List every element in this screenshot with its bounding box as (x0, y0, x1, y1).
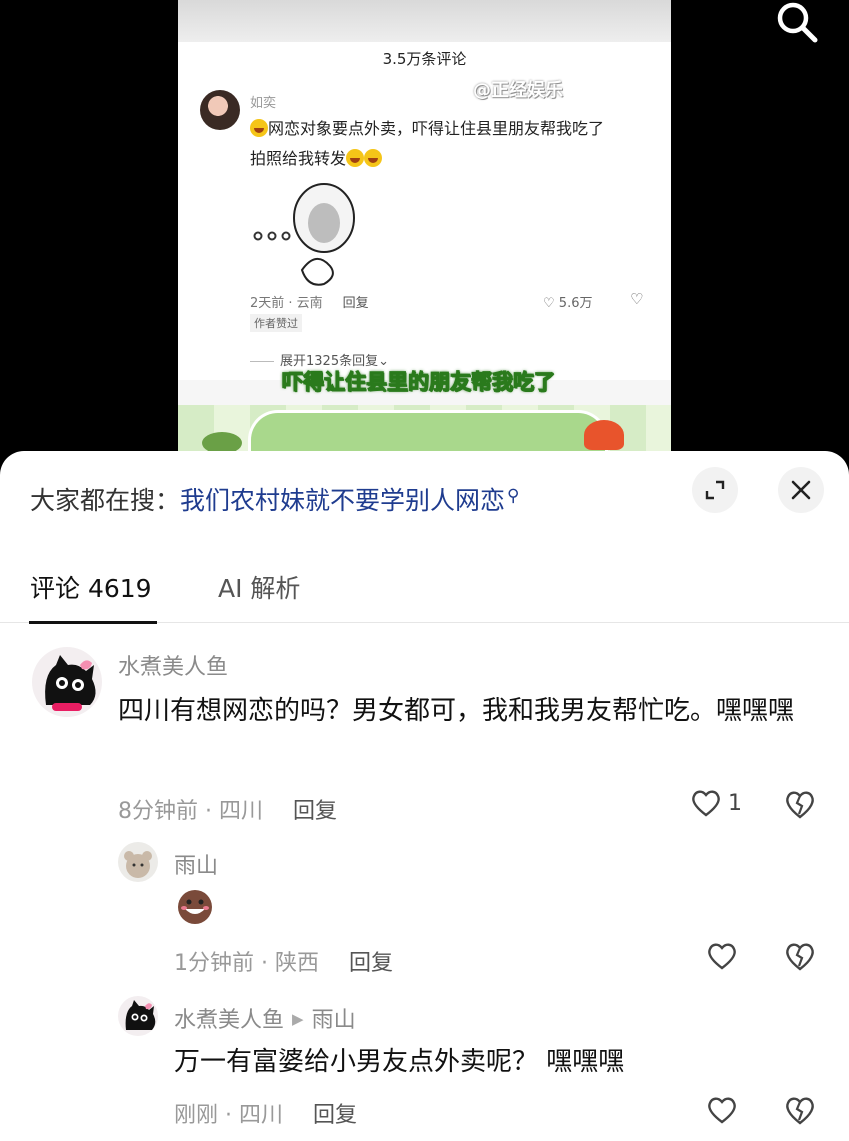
reply-to-arrow-icon: ▶ (292, 1010, 304, 1028)
tab-ai-analysis[interactable]: AI 解析 (218, 569, 300, 605)
avatar[interactable] (32, 647, 102, 717)
embedded-comment-text: 网恋对象要点外卖，吓得让住县里朋友帮我吃了 拍照给我转发 (250, 114, 650, 174)
reply-button[interactable]: 回复 (293, 799, 337, 824)
embedded-comment-count: 3.5万条评论 (382, 50, 467, 68)
reply-text: 万一有富婆给小男友点外卖呢？ 嘿嘿嘿 (174, 1047, 625, 1077)
embedded-comment-line2: 拍照给我转发 (250, 149, 347, 168)
video-frame-screenshot: 3.5万条评论 @正经娱乐 如奕 网恋对象要点外卖，吓得让住县里朋友帮我吃了 拍… (178, 0, 671, 470)
bear-avatar-icon (118, 842, 158, 882)
embedded-like-count: ♡ 5.6万 (543, 296, 593, 311)
close-icon (791, 480, 811, 500)
laugh-cry-emoji-icon (250, 119, 268, 137)
close-sheet-button[interactable] (778, 467, 824, 513)
trending-search-suggestion[interactable]: 大家都在搜：我们农村妹就不要学别人网恋 ⚲ (30, 481, 519, 517)
reply-username: 水煮美人鱼 ▶ 雨山 (174, 1002, 356, 1034)
reply-username[interactable]: 雨山 (174, 848, 218, 880)
embedded-avatar (200, 90, 240, 130)
heart-icon[interactable] (706, 941, 738, 971)
search-icon[interactable] (772, 0, 822, 46)
avatar[interactable] (118, 842, 158, 882)
like-count: 1 (728, 790, 742, 816)
dislike-broken-heart-icon[interactable] (783, 788, 817, 820)
reply-meta: 1分钟前 · 陕西 回复 (174, 945, 393, 977)
comment-time-location: 8分钟前 · 四川 (118, 799, 263, 824)
reply-to-name[interactable]: 雨山 (312, 1008, 356, 1033)
comment-text: 四川有想网恋的吗？男女都可，我和我男友帮忙吃。嘿嘿嘿 (118, 696, 795, 726)
expand-icon (705, 480, 725, 500)
video-top-bar (178, 0, 671, 42)
trending-search-query[interactable]: 我们农村妹就不要学别人网恋 (180, 486, 505, 515)
laugh-cry-emoji-icon (364, 149, 383, 167)
tab-comments[interactable]: 评论 4619 (30, 569, 152, 605)
video-subtitle: 吓得让住县里的朋友帮我吃了 (282, 370, 556, 395)
reply-time-location: 刚刚 · 四川 (174, 1103, 283, 1128)
author-liked-badge: 作者赞过 (250, 314, 302, 332)
small-search-icon: ⚲ (507, 486, 520, 506)
heart-icon[interactable] (706, 1095, 738, 1125)
embedded-dislike-icon: ♡ (630, 290, 644, 308)
video-watermark: @正经娱乐 (473, 80, 563, 101)
reply-author-name[interactable]: 水煮美人鱼 (174, 1008, 284, 1033)
grin-sticker-icon (178, 890, 212, 924)
laugh-cry-emoji-icon (346, 149, 365, 167)
embedded-comment-line1: 网恋对象要点外卖，吓得让住县里朋友帮我吃了 (268, 119, 605, 138)
embedded-comment-meta: 2天前 · 云南 回复 (250, 296, 369, 311)
reply-meta: 刚刚 · 四川 回复 (174, 1097, 357, 1129)
black-cat-avatar-icon (32, 647, 102, 717)
reply-time-location: 1分钟前 · 陕西 (174, 951, 319, 976)
like-button[interactable]: 1 (690, 788, 742, 818)
video-player[interactable]: 3.5万条评论 @正经娱乐 如奕 网恋对象要点外卖，吓得让住县里朋友帮我吃了 拍… (0, 0, 849, 470)
embedded-username: 如奕 (250, 96, 277, 111)
reply-button[interactable]: 回复 (313, 1103, 357, 1128)
comment-meta: 8分钟前 · 四川 回复 (118, 793, 337, 825)
avatar[interactable] (118, 996, 158, 1036)
heart-icon (692, 790, 720, 817)
comment-username[interactable]: 水煮美人鱼 (118, 649, 228, 681)
black-cat-avatar-icon (118, 996, 158, 1036)
dislike-broken-heart-icon[interactable] (783, 1094, 817, 1126)
comment-sheet: 大家都在搜：我们农村妹就不要学别人网恋 ⚲ 评论 4619 AI 解析 水煮美人鱼… (0, 451, 849, 1141)
comment-tabs: 评论 4619 AI 解析 (0, 555, 849, 624)
cartoon-bow (584, 420, 624, 450)
thinking-meme-sticker (253, 183, 355, 286)
dislike-broken-heart-icon[interactable] (783, 940, 817, 972)
reply-button[interactable]: 回复 (349, 951, 393, 976)
active-tab-indicator (29, 621, 157, 624)
trending-search-label: 大家都在搜： (30, 486, 181, 515)
expand-sheet-button[interactable] (692, 467, 738, 513)
